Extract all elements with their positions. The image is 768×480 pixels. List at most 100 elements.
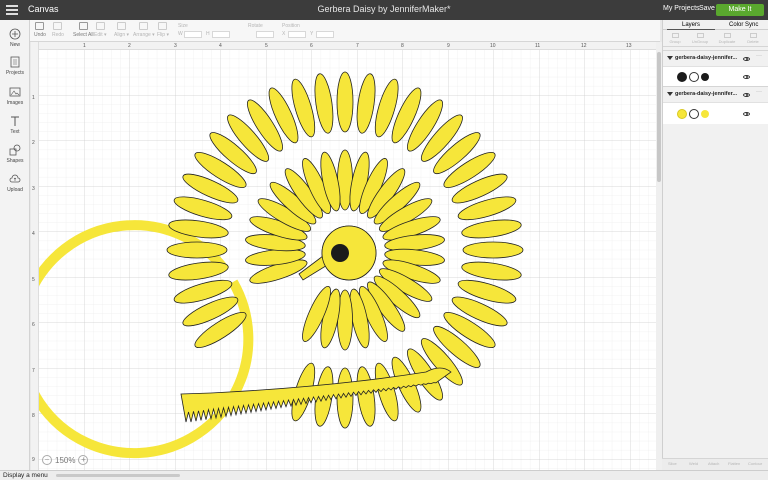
layers-tabs: Layers Color Sync bbox=[663, 20, 768, 30]
arrange-dropdown[interactable]: Arrange ▾ bbox=[133, 22, 155, 38]
sidebar-item-new[interactable]: New bbox=[0, 28, 30, 48]
tab-layers[interactable]: Layers bbox=[682, 22, 700, 28]
swatch-dot[interactable] bbox=[677, 72, 687, 82]
design-canvas[interactable] bbox=[31, 42, 656, 470]
projects-icon bbox=[10, 56, 20, 68]
scroll-thumb[interactable] bbox=[657, 52, 661, 182]
flatten-button[interactable]: Flatten bbox=[728, 461, 740, 466]
contour-button[interactable]: Contour bbox=[748, 461, 762, 466]
layer-group-black[interactable]: gerbera-daisy-jennifer... ··· bbox=[663, 50, 768, 66]
duplicate-button[interactable]: Duplicate bbox=[716, 33, 738, 44]
more-icon[interactable]: ··· bbox=[756, 89, 762, 95]
edit-dropdown[interactable]: Edit ▾ bbox=[94, 22, 107, 38]
cut-operation-icon[interactable] bbox=[689, 72, 699, 82]
layer-row-black[interactable] bbox=[663, 66, 768, 86]
slice-button[interactable]: Slice bbox=[668, 461, 677, 466]
sidebar-item-images[interactable]: Images bbox=[0, 86, 30, 106]
rotate-label: Rotate bbox=[248, 23, 263, 29]
horizontal-scrollbar[interactable] bbox=[56, 474, 180, 477]
layer-actions: Group UnGroup Duplicate Delete bbox=[663, 31, 768, 47]
weld-button[interactable]: Weld bbox=[689, 461, 698, 466]
flower-center bbox=[298, 225, 377, 281]
petal bbox=[356, 366, 376, 427]
ruler-top: 1 2 3 4 5 6 7 8 9 10 11 12 13 bbox=[31, 42, 656, 50]
y-field[interactable] bbox=[316, 31, 334, 38]
expand-triangle-icon[interactable] bbox=[667, 92, 673, 96]
width-label: W bbox=[178, 31, 183, 37]
height-label: H bbox=[206, 31, 210, 37]
align-dropdown[interactable]: Align ▾ bbox=[114, 22, 129, 38]
flip-icon bbox=[158, 22, 168, 30]
attach-button[interactable]: Attach bbox=[708, 461, 719, 466]
plus-icon bbox=[9, 28, 21, 40]
zoom-out-button[interactable]: − bbox=[42, 455, 52, 465]
undo-button[interactable]: Undo bbox=[34, 22, 46, 38]
flip-dropdown[interactable]: Flip ▾ bbox=[157, 22, 169, 38]
upload-icon bbox=[9, 174, 21, 183]
x-field[interactable] bbox=[288, 31, 306, 38]
sidebar-item-text[interactable]: Text bbox=[0, 115, 30, 135]
petal bbox=[462, 241, 524, 259]
swatch-dot[interactable] bbox=[677, 109, 687, 119]
width-field[interactable] bbox=[184, 31, 202, 38]
height-field[interactable] bbox=[212, 31, 230, 38]
ungroup-icon bbox=[696, 33, 704, 38]
ungroup-button[interactable]: UnGroup bbox=[689, 33, 711, 44]
eye-icon[interactable] bbox=[743, 93, 750, 97]
zoom-in-button[interactable]: + bbox=[78, 455, 89, 465]
petal bbox=[166, 241, 228, 259]
size-label: Size bbox=[178, 23, 188, 29]
x-label: X bbox=[282, 31, 286, 37]
cut-operation-icon[interactable] bbox=[689, 109, 699, 119]
layer-thumbnail bbox=[701, 110, 709, 118]
petal bbox=[336, 367, 354, 429]
document-title: Gerbera Daisy by JenniferMaker* bbox=[317, 4, 451, 14]
layers-panel: Layers Color Sync Group UnGroup Duplicat… bbox=[662, 20, 768, 470]
my-projects-link[interactable]: My Projects bbox=[663, 5, 700, 12]
images-icon bbox=[9, 87, 21, 97]
expand-triangle-icon[interactable] bbox=[667, 56, 673, 60]
gerbera-daisy-artwork[interactable] bbox=[31, 42, 656, 470]
edit-toolbar: Undo Redo Select All Edit ▾ Align ▾ Arra… bbox=[0, 20, 660, 42]
select-all-icon bbox=[78, 22, 88, 30]
rotate-field[interactable] bbox=[256, 31, 274, 38]
make-it-button[interactable]: Make It bbox=[716, 4, 764, 16]
petal bbox=[336, 71, 354, 133]
undo-icon bbox=[35, 22, 45, 30]
shapes-icon bbox=[9, 144, 21, 156]
group-icon bbox=[671, 33, 679, 38]
layer-row-yellow[interactable] bbox=[663, 102, 768, 124]
layer-group-yellow[interactable]: gerbera-daisy-jennifer... ··· bbox=[663, 86, 768, 102]
arrange-icon bbox=[139, 22, 149, 30]
text-icon bbox=[11, 116, 19, 126]
layer-thumbnail bbox=[701, 73, 709, 81]
ruler-left: 1 2 3 4 5 6 7 8 9 bbox=[31, 42, 39, 470]
y-label: Y bbox=[310, 31, 314, 37]
edit-icon bbox=[95, 22, 105, 30]
eye-icon[interactable] bbox=[743, 57, 750, 61]
center-dot bbox=[331, 244, 349, 262]
petal bbox=[356, 73, 376, 134]
position-label: Position bbox=[282, 23, 300, 29]
delete-button[interactable]: Delete bbox=[742, 33, 764, 44]
trash-icon bbox=[749, 33, 757, 38]
select-all-button[interactable]: Select All bbox=[73, 22, 94, 38]
petal bbox=[461, 219, 522, 239]
title-bar: Canvas Gerbera Daisy by JenniferMaker* M… bbox=[0, 0, 768, 20]
redo-button[interactable]: Redo bbox=[52, 22, 64, 38]
eye-icon[interactable] bbox=[743, 112, 750, 116]
zoom-control: −150% + bbox=[42, 455, 89, 465]
eye-icon[interactable] bbox=[743, 75, 750, 79]
group-button[interactable]: Group bbox=[664, 33, 686, 44]
sidebar-item-shapes[interactable]: Shapes bbox=[0, 144, 30, 164]
save-button[interactable]: Save bbox=[699, 5, 715, 12]
status-bar: Display a menu bbox=[0, 470, 768, 480]
tab-color-sync[interactable]: Color Sync bbox=[729, 22, 758, 28]
redo-icon bbox=[53, 22, 63, 30]
more-icon[interactable]: ··· bbox=[756, 53, 762, 59]
left-sidebar: New Projects Images Text Shapes Upload bbox=[0, 20, 30, 470]
zoom-level: 150% bbox=[55, 455, 76, 465]
status-text: Display a menu bbox=[3, 472, 48, 479]
sidebar-item-projects[interactable]: Projects bbox=[0, 56, 30, 76]
sidebar-item-upload[interactable]: Upload bbox=[0, 173, 30, 193]
